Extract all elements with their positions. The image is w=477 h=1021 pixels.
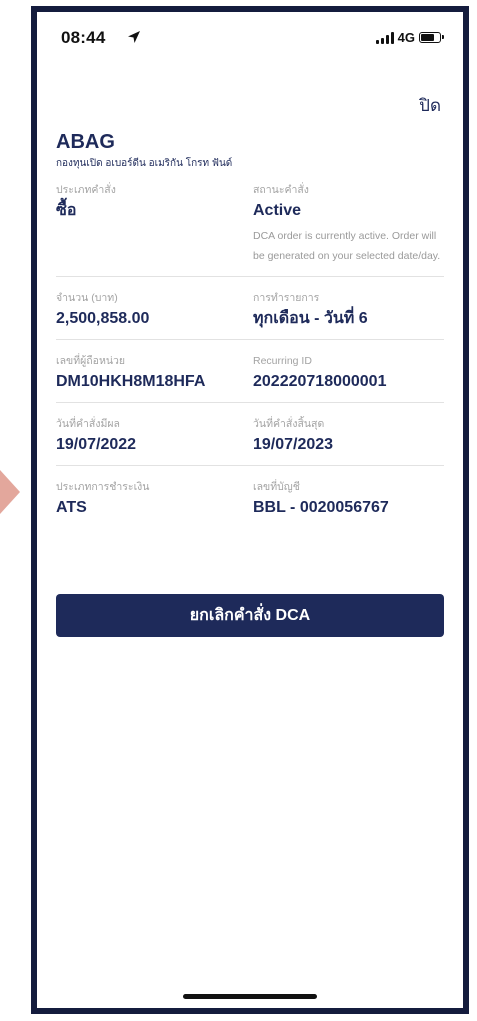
detail-row-type-status: ประเภทคำสั่ง ซื้อ สถานะคำสั่ง Active DCA… xyxy=(56,171,444,277)
detail-row-payment: ประเภทการชำระเงิน ATS เลขที่บัญชี BBL - … xyxy=(56,466,444,528)
fund-name: กองทุนเปิด อเบอร์ดีน อเมริกัน โกรท ฟันด์ xyxy=(56,158,233,169)
recurring-id-value: 202220718000001 xyxy=(253,373,387,390)
location-arrow-icon xyxy=(128,31,140,43)
unitholder-field: เลขที่ผู้ถือหน่วย DM10HKH8M18HFA xyxy=(56,354,247,392)
status-indicators: 4G xyxy=(375,30,444,45)
effective-date-field: วันที่คำสั่งมีผล 19/07/2022 xyxy=(56,417,247,455)
order-type-value: ซื้อ xyxy=(56,202,77,219)
close-button[interactable]: ปิด xyxy=(419,92,441,119)
frequency-value: ทุกเดือน - วันที่ 6 xyxy=(253,310,368,327)
status-bar: 08:44 4G xyxy=(37,12,463,72)
signal-icon xyxy=(375,31,394,44)
account-no-value: BBL - 0020056767 xyxy=(253,499,389,516)
effective-date-label: วันที่คำสั่งมีผล xyxy=(56,418,120,430)
account-no-label: เลขที่บัญชี xyxy=(253,481,300,493)
status-time: 08:44 xyxy=(61,28,106,47)
detail-row-unitholder-recurring: เลขที่ผู้ถือหน่วย DM10HKH8M18HFA Recurri… xyxy=(56,340,444,403)
amount-field: จำนวน (บาท) 2,500,858.00 xyxy=(56,291,247,329)
screen: 08:44 4G ปิด ABAG กองทุนเปิด อเบอร์ดีน อ… xyxy=(0,0,477,1021)
end-date-field: วันที่คำสั่งสิ้นสุด 19/07/2023 xyxy=(247,417,444,455)
order-status-note: DCA order is currently active. Order wil… xyxy=(253,230,441,262)
amount-value: 2,500,858.00 xyxy=(56,310,150,327)
phone-frame: 08:44 4G ปิด ABAG กองทุนเปิด อเบอร์ดีน อ… xyxy=(31,6,469,1014)
order-status-field: สถานะคำสั่ง Active DCA order is currentl… xyxy=(247,183,444,266)
payment-type-field: ประเภทการชำระเงิน ATS xyxy=(56,480,247,518)
frequency-field: การทำรายการ ทุกเดือน - วันที่ 6 xyxy=(247,291,444,329)
order-status-label: สถานะคำสั่ง xyxy=(253,184,309,196)
payment-type-label: ประเภทการชำระเงิน xyxy=(56,481,150,493)
recurring-id-label: Recurring ID xyxy=(253,355,312,367)
end-date-value: 19/07/2023 xyxy=(253,436,334,453)
order-detail: ABAG กองทุนเปิด อเบอร์ดีน อเมริกัน โกรท … xyxy=(56,130,444,528)
fund-code: ABAG xyxy=(56,131,115,153)
home-indicator[interactable] xyxy=(183,994,317,999)
frequency-label: การทำรายการ xyxy=(253,292,320,304)
recurring-id-field: Recurring ID 202220718000001 xyxy=(247,354,444,392)
account-no-field: เลขที่บัญชี BBL - 0020056767 xyxy=(247,480,444,518)
amount-label: จำนวน (บาท) xyxy=(56,292,118,304)
effective-date-value: 19/07/2022 xyxy=(56,436,137,453)
end-date-label: วันที่คำสั่งสิ้นสุด xyxy=(253,418,325,430)
battery-icon xyxy=(419,32,444,43)
order-status-value: Active xyxy=(253,202,302,219)
payment-type-value: ATS xyxy=(56,499,87,516)
detail-row-dates: วันที่คำสั่งมีผล 19/07/2022 วันที่คำสั่ง… xyxy=(56,403,444,466)
network-type: 4G xyxy=(397,30,415,45)
unitholder-value: DM10HKH8M18HFA xyxy=(56,373,206,390)
pointer-arrow-icon xyxy=(0,470,20,514)
detail-row-amount-frequency: จำนวน (บาท) 2,500,858.00 การทำรายการ ทุก… xyxy=(56,277,444,340)
cancel-dca-button[interactable]: ยกเลิกคำสั่ง DCA xyxy=(56,594,444,637)
order-type-field: ประเภทคำสั่ง ซื้อ xyxy=(56,183,247,266)
order-type-label: ประเภทคำสั่ง xyxy=(56,184,116,196)
unitholder-label: เลขที่ผู้ถือหน่วย xyxy=(56,355,126,367)
